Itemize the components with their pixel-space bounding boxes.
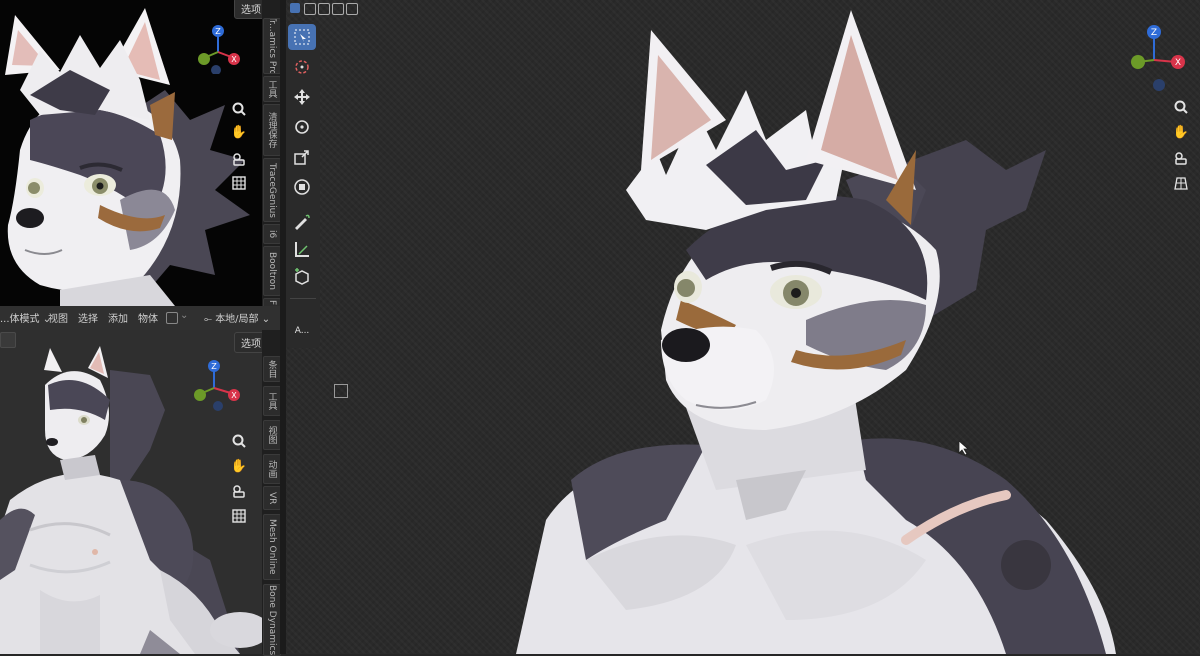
hand-icon[interactable]: ✋ xyxy=(230,457,248,475)
svg-text:X: X xyxy=(231,55,237,64)
tab-tools[interactable]: 工具 xyxy=(263,76,281,102)
hand-icon[interactable]: ✋ xyxy=(230,123,248,141)
move-icon[interactable] xyxy=(288,84,316,110)
transform-orientation-select[interactable]: ⟜ 本地/局部 ⌄ xyxy=(204,310,270,325)
tab-tools[interactable]: 工具 xyxy=(263,386,281,416)
perspective-grid-icon[interactable] xyxy=(1172,174,1190,192)
transform-icon[interactable] xyxy=(288,174,316,200)
n-panel-tabs-top: Tr...amics Pro 工具 清理保存 TraceGenius i6 Bo… xyxy=(262,0,281,308)
zoom-icon[interactable] xyxy=(230,100,248,118)
grid-icon[interactable] xyxy=(230,174,248,192)
svg-text:X: X xyxy=(1175,58,1181,68)
options-label: 选项 xyxy=(241,5,261,16)
toolbar: A... xyxy=(286,22,320,348)
main-3d-viewport[interactable]: A... Z X ✋ xyxy=(286,0,1200,654)
chevron-down-icon: ⌄ xyxy=(180,310,189,321)
keyframe-icon[interactable] xyxy=(334,384,348,398)
orientation-icon: ⟜ xyxy=(204,314,212,325)
header-mode-icons xyxy=(286,0,358,20)
select-mode-extend-icon[interactable] xyxy=(304,3,316,15)
orientation-label: 本地/局部 xyxy=(215,314,259,325)
annotate-icon[interactable] xyxy=(288,208,316,234)
options-dropdown-top[interactable]: 选项 ⌄ xyxy=(234,0,262,19)
axis-gizmo-main[interactable]: Z X xyxy=(1124,22,1190,94)
select-mode-subtract-icon[interactable] xyxy=(318,3,330,15)
user-viewport-bottom-left[interactable]: 选项 ⌄ Z X ✋ xyxy=(0,330,262,654)
tab-clean-save[interactable]: 清理保存 xyxy=(263,104,281,156)
tab-mesh-online[interactable]: Mesh Online xyxy=(263,514,281,580)
add-cube-icon[interactable] xyxy=(288,264,316,290)
camera-viewport-top-left[interactable]: 选项 ⌄ Z X ✋ xyxy=(0,0,262,306)
mode-select[interactable]: ...体模式 ⌄ xyxy=(0,310,51,325)
object-type-icon[interactable] xyxy=(166,312,178,324)
tab-item[interactable]: 条目 xyxy=(263,356,281,382)
chevron-down-icon: ⌄ xyxy=(261,314,271,325)
menu-view[interactable]: 视图 xyxy=(48,310,68,325)
tab-trace-dynamics[interactable]: Tr...amics Pro xyxy=(263,18,281,74)
camera-icon[interactable] xyxy=(1172,149,1190,167)
toolbar-separator xyxy=(290,298,316,299)
axis-gizmo-top-left[interactable]: Z X xyxy=(196,22,248,74)
zoom-icon[interactable] xyxy=(230,432,248,450)
n-panel-tabs-bottom: 条目 工具 视图 动画 VR Mesh Online Bone Dynamics xyxy=(262,330,281,656)
select-mode-intersect-icon[interactable] xyxy=(346,3,358,15)
camera-icon[interactable] xyxy=(230,150,248,168)
menu-object[interactable]: 物体 xyxy=(138,310,158,325)
scale-icon[interactable] xyxy=(288,144,316,170)
viewport-header-bar: ...体模式 ⌄ 视图 选择 添加 物体 ⌄ ⟜ 本地/局部 ⌄ xyxy=(0,306,286,331)
svg-text:Z: Z xyxy=(1151,28,1157,38)
mouse-pointer-icon xyxy=(958,440,970,456)
zoom-icon[interactable] xyxy=(1172,98,1190,116)
tab-booltron[interactable]: Booltron xyxy=(263,246,281,296)
rotate-icon[interactable] xyxy=(288,114,316,140)
axis-gizmo-bottom-left[interactable]: Z X xyxy=(190,358,246,414)
options-dropdown-bottom[interactable]: 选项 ⌄ xyxy=(234,332,262,353)
grid-icon[interactable] xyxy=(230,507,248,525)
svg-text:Z: Z xyxy=(211,362,217,371)
editor-type-icon[interactable] xyxy=(0,332,16,348)
tab-bone-dynamics[interactable]: Bone Dynamics xyxy=(263,584,281,656)
tab-animation[interactable]: 动画 xyxy=(263,454,281,484)
hand-icon[interactable]: ✋ xyxy=(1172,123,1190,141)
tab-view[interactable]: 视图 xyxy=(263,420,281,450)
tab-vr[interactable]: VR xyxy=(263,486,281,510)
select-mode-new-icon[interactable] xyxy=(290,3,300,13)
menu-select[interactable]: 选择 xyxy=(78,310,98,325)
cursor-icon[interactable] xyxy=(288,54,316,80)
measure-icon[interactable] xyxy=(288,236,316,262)
wolf-closeup-render xyxy=(516,10,1116,654)
menu-add[interactable]: 添加 xyxy=(108,310,128,325)
svg-text:X: X xyxy=(231,391,237,400)
tab-tracegenius[interactable]: TraceGenius xyxy=(263,158,281,222)
select-box-tool[interactable] xyxy=(288,24,316,50)
svg-text:Z: Z xyxy=(215,27,221,36)
options-label: 选项 xyxy=(241,339,261,350)
text-tool[interactable]: A... xyxy=(288,318,316,344)
select-mode-invert-icon[interactable] xyxy=(332,3,344,15)
camera-icon[interactable] xyxy=(230,482,248,500)
tab-i6[interactable]: i6 xyxy=(263,224,281,244)
